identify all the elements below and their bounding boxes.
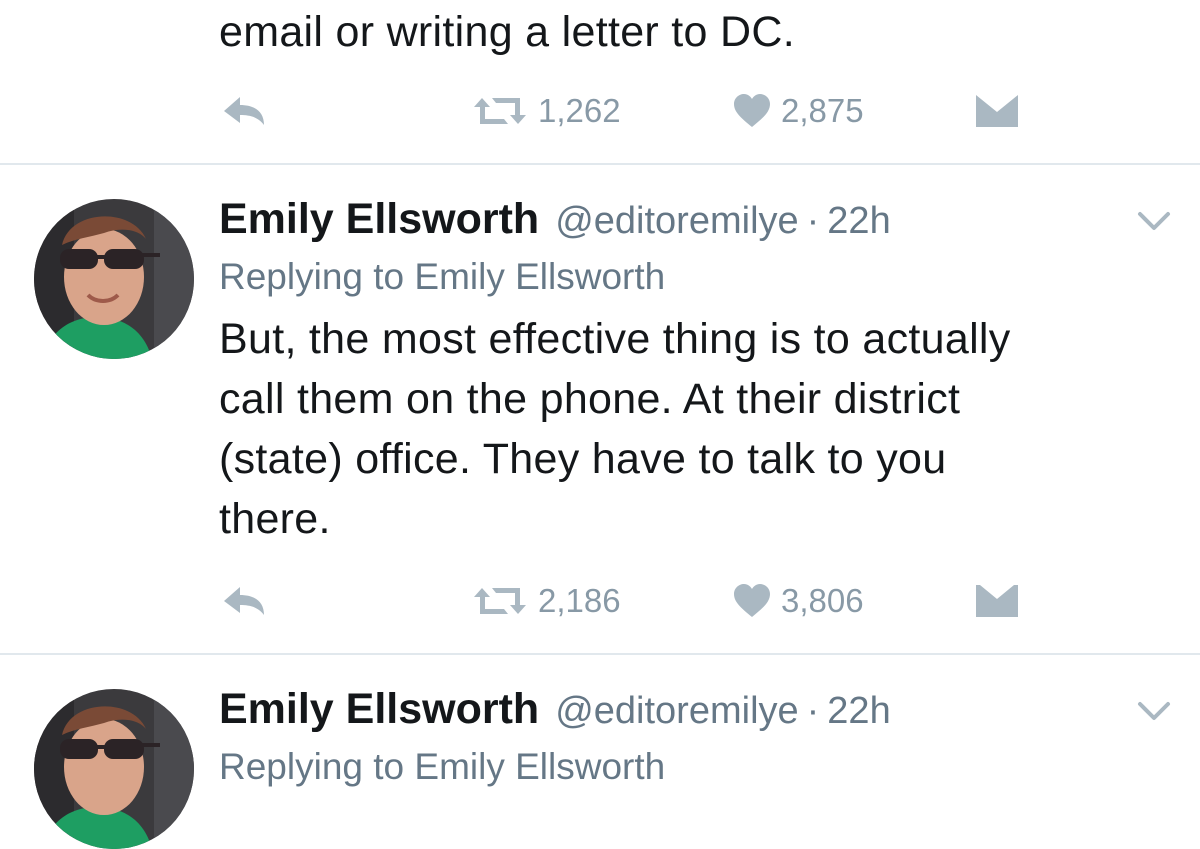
like-button[interactable]: 3,806: [733, 576, 864, 626]
divider: [0, 653, 1200, 655]
timestamp[interactable]: 22h: [827, 690, 890, 733]
tweet-text-line: (state) office. They have to talk to you: [219, 435, 947, 483]
tweet-actions: 2,186 3,806: [0, 576, 1200, 626]
author-name[interactable]: Emily Ellsworth: [219, 685, 539, 734]
tweet-text-line: there.: [219, 495, 331, 543]
retweet-button[interactable]: 1,262: [472, 86, 621, 136]
retweet-count: 1,262: [538, 92, 621, 129]
author-name[interactable]: Emily Ellsworth: [219, 195, 539, 244]
envelope-icon: [976, 585, 1018, 617]
separator-dot: ·: [806, 200, 820, 242]
dm-button[interactable]: [976, 576, 1018, 626]
tweet-text-line: But, the most effective thing is to actu…: [219, 315, 1011, 363]
dm-button[interactable]: [976, 86, 1018, 136]
retweet-button[interactable]: 2,186: [472, 576, 621, 626]
like-count: 3,806: [781, 582, 864, 619]
reply-icon: [224, 97, 264, 125]
separator-dot: ·: [806, 690, 820, 732]
retweet-count: 2,186: [538, 582, 621, 619]
avatar[interactable]: [34, 199, 194, 359]
timestamp[interactable]: 22h: [827, 200, 890, 243]
author-handle[interactable]: @editoremilye: [555, 690, 798, 733]
chevron-down-icon[interactable]: [1134, 206, 1174, 236]
reply-button[interactable]: [222, 86, 266, 136]
avatar-image: [34, 689, 194, 849]
reply-button[interactable]: [222, 576, 266, 626]
like-button[interactable]: 2,875: [733, 86, 864, 136]
avatar[interactable]: [34, 689, 194, 849]
replying-to[interactable]: Replying to Emily Ellsworth: [219, 746, 665, 788]
tweet-text-line: call them on the phone. At their distric…: [219, 375, 961, 423]
replying-to[interactable]: Replying to Emily Ellsworth: [219, 256, 665, 298]
retweet-icon: [474, 98, 526, 124]
tweet-header: Emily Ellsworth @editoremilye · 22h: [219, 195, 891, 245]
chevron-down-icon[interactable]: [1134, 696, 1174, 726]
avatar-image: [34, 199, 194, 359]
envelope-icon: [976, 95, 1018, 127]
tweet-header: Emily Ellsworth @editoremilye · 22h: [219, 685, 891, 735]
like-count: 2,875: [781, 92, 864, 129]
tweet-text-line: email or writing a letter to DC.: [219, 8, 795, 56]
heart-icon: [734, 94, 770, 127]
reply-icon: [224, 587, 264, 615]
tweet-actions: 1,262 2,875: [0, 86, 1200, 136]
retweet-icon: [474, 588, 526, 614]
divider: [0, 163, 1200, 165]
author-handle[interactable]: @editoremilye: [555, 200, 798, 243]
heart-icon: [734, 584, 770, 617]
